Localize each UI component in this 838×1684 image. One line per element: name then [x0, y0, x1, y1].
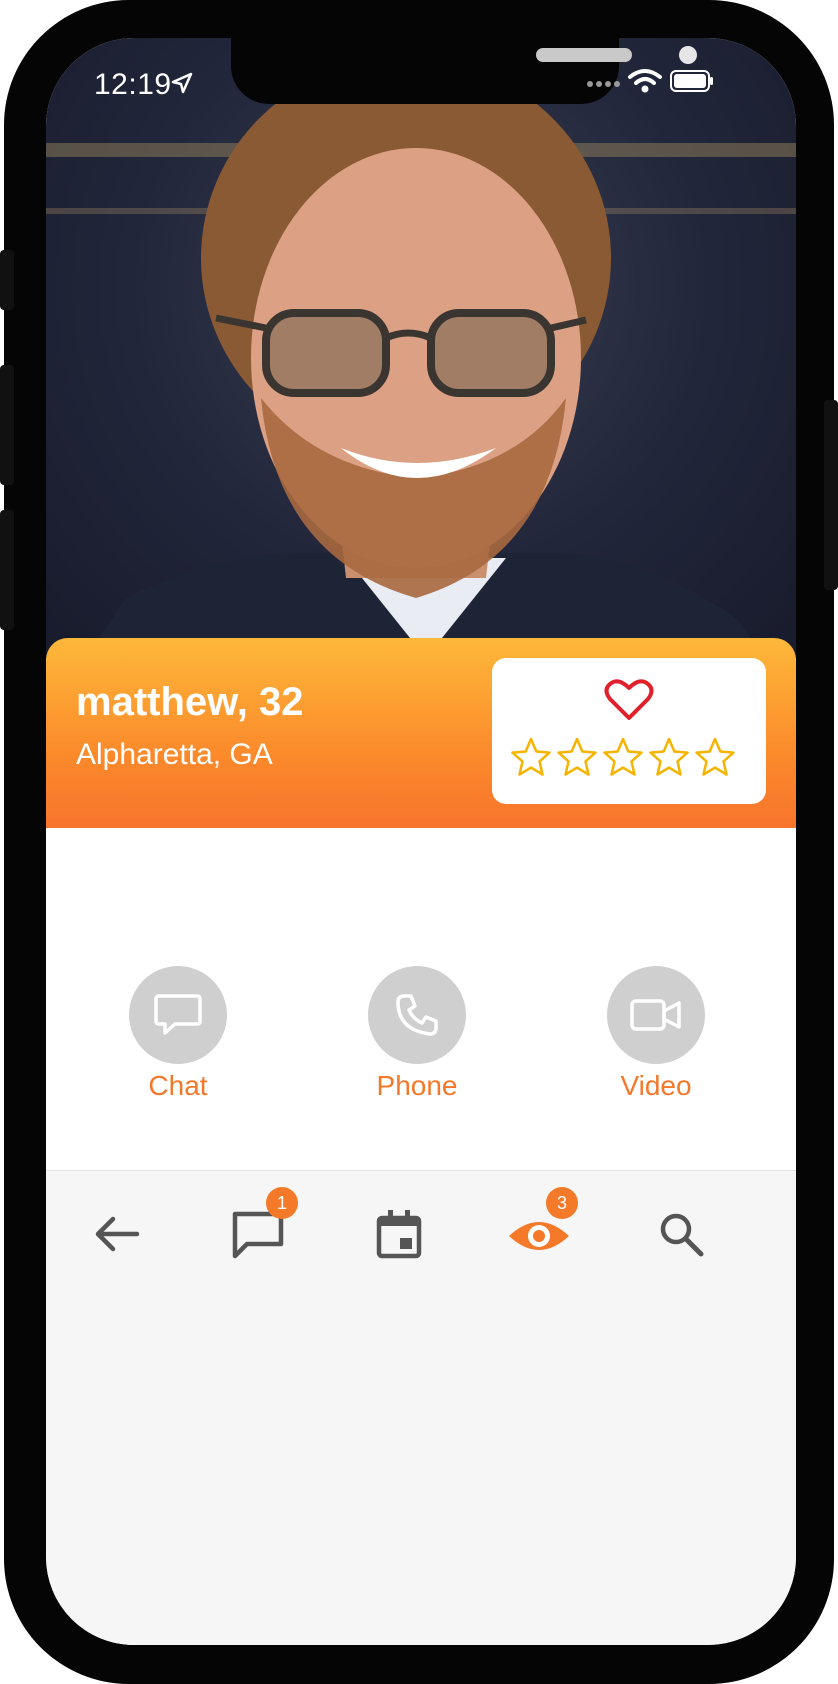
star-icon[interactable] — [510, 736, 552, 778]
profile-photo-illustration — [46, 58, 796, 658]
nav-messages[interactable]: 1 — [224, 1187, 298, 1269]
back-arrow-icon — [95, 1216, 140, 1252]
profile-location: Alpharetta, GA — [76, 738, 273, 771]
side-button-power — [824, 400, 838, 590]
phone-icon — [396, 994, 438, 1036]
search-icon — [660, 1213, 704, 1257]
messages-badge: 1 — [266, 1187, 298, 1219]
phone-button[interactable]: Phone — [337, 966, 497, 1102]
front-camera — [679, 46, 697, 64]
battery-icon — [670, 70, 713, 92]
star-icon[interactable] — [648, 736, 690, 778]
rating-card — [492, 658, 766, 804]
star-rating — [510, 736, 736, 778]
speaker-grille — [536, 48, 632, 62]
star-icon[interactable] — [602, 736, 644, 778]
star-icon[interactable] — [556, 736, 598, 778]
side-button-mute — [0, 250, 14, 310]
signal-dots-icon — [587, 81, 620, 87]
profile-header: matthew, 32 Alpharetta, GA — [46, 638, 796, 828]
chat-bubble-icon — [154, 994, 202, 1035]
video-camera-icon — [630, 999, 681, 1031]
profile-name-age: matthew, 32 — [76, 680, 304, 724]
wifi-icon — [628, 69, 662, 93]
status-time: 12:19 — [94, 68, 172, 101]
chat-label[interactable]: Chat — [98, 1070, 258, 1102]
video-button-circle[interactable] — [607, 966, 705, 1064]
nav-back[interactable] — [82, 1199, 152, 1269]
video-label[interactable]: Video — [576, 1070, 736, 1102]
side-button-volume-up — [0, 365, 14, 485]
star-icon[interactable] — [694, 736, 736, 778]
phone-label[interactable]: Phone — [337, 1070, 497, 1102]
contact-actions: Chat Phone Video — [46, 828, 796, 1170]
calendar-icon — [376, 1210, 422, 1259]
views-badge: 3 — [546, 1187, 578, 1219]
heart-icon[interactable] — [604, 678, 654, 722]
video-button[interactable]: Video — [576, 966, 736, 1102]
profile-photo[interactable]: 12:19 — [46, 38, 796, 658]
side-button-volume-down — [0, 510, 14, 630]
chat-button-circle[interactable] — [129, 966, 227, 1064]
nav-calendar[interactable] — [364, 1199, 434, 1269]
bottom-nav: 1 3 — [46, 1170, 796, 1645]
location-arrow-icon — [171, 72, 193, 94]
nav-search[interactable] — [646, 1199, 716, 1269]
phone-frame: 12:19 matthew, 32 Alpharetta, GA Chat Ph… — [0, 0, 838, 1684]
chat-button[interactable]: Chat — [98, 966, 258, 1102]
notch — [231, 38, 697, 104]
app-screen: 12:19 matthew, 32 Alpharetta, GA Chat Ph… — [46, 38, 796, 1645]
nav-views[interactable]: 3 — [504, 1187, 578, 1269]
phone-button-circle[interactable] — [368, 966, 466, 1064]
